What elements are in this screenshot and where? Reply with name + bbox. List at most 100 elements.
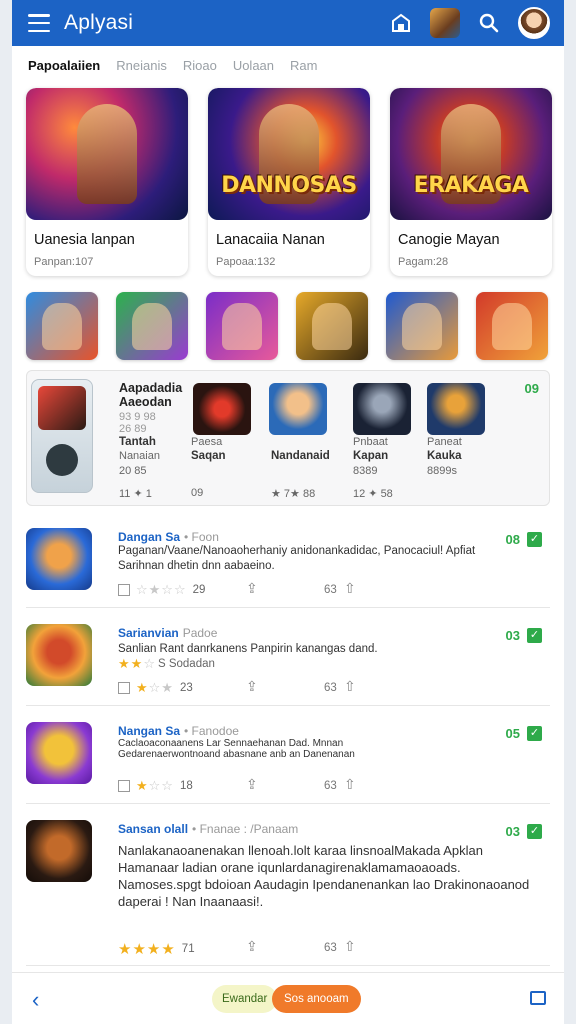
bookmark-icon[interactable]: ⇧ (344, 678, 356, 695)
app-frame: Aplyasi Papoalaiien Rneianis Rioao Uolaa… (12, 0, 564, 1024)
rating-row: ★★★★ 71 (118, 940, 195, 958)
list-item-name: Dangan Sa (118, 530, 181, 544)
collection-title-line: Aaeodan (119, 395, 172, 409)
game-logo: ERAKAGA (413, 173, 529, 198)
collection-item-sub: Nandanaid (271, 450, 330, 462)
star-rating: ★☆★ (136, 680, 174, 695)
collection-item-name: Tantah (119, 436, 156, 448)
star-rating: ★★☆ (118, 656, 156, 671)
bookmark-icon[interactable]: ⇧ (344, 776, 356, 793)
game-tile[interactable] (116, 292, 188, 360)
featured-carousel: Uanesia lanpan Panpan:107 DANNOSAS Lanac… (26, 88, 552, 276)
collection-item-rating: ★ 7★ 88 (271, 488, 316, 500)
list-item-name: Sarianvian (118, 626, 179, 640)
rating-row: ★☆☆ 18 (118, 778, 193, 794)
download-count: 63 (324, 780, 337, 792)
featured-artwork: DANNOSAS (208, 88, 370, 220)
featured-card[interactable]: ERAKAGA Canogie Mayan Pagam:28 (390, 88, 552, 276)
list-item-title: Sarianvian Padoe (118, 626, 217, 640)
check-icon[interactable]: ✓ (527, 628, 542, 643)
download-count: 63 (324, 942, 337, 954)
game-tile[interactable] (386, 292, 458, 360)
collection-title-line: Aapadadia (119, 381, 183, 395)
tab-rioao[interactable]: Rioao (183, 58, 217, 73)
star-rating: ☆★☆☆ (136, 582, 187, 597)
controller-artwork (31, 379, 93, 493)
checkbox-icon[interactable] (118, 682, 130, 694)
download-count: 63 (324, 584, 337, 596)
app-icon (26, 722, 92, 784)
check-icon[interactable]: ✓ (527, 726, 542, 741)
top-app-bar: Aplyasi (12, 0, 564, 46)
secondary-chip-button[interactable]: Sos anooam (272, 985, 361, 1013)
collection-panel[interactable]: Aapadadia Aaeodan 93 9 98 26 89 09 Tanta… (26, 370, 550, 506)
list-item-description: Sanlian Rant danrkanens Panpirin kananga… (118, 643, 378, 655)
list-item-badge: 05 (505, 726, 520, 741)
featured-title: Lanacaiia Nanan (216, 232, 325, 248)
collection-item-image[interactable] (427, 383, 485, 435)
sub-rating-row: ★★☆ S Sodadan (118, 656, 215, 672)
check-icon[interactable]: ✓ (527, 532, 542, 547)
star-rating: ★★★★ (118, 941, 176, 958)
game-tile[interactable] (476, 292, 548, 360)
rating-count: 29 (192, 584, 206, 596)
game-tile[interactable] (26, 292, 98, 360)
collection-item-image[interactable] (353, 383, 411, 435)
collection-item-image[interactable] (269, 383, 327, 435)
check-icon[interactable]: ✓ (527, 824, 542, 839)
collection-item-image[interactable] (193, 383, 251, 435)
game-tile[interactable] (206, 292, 278, 360)
app-title: Aplyasi (64, 11, 134, 34)
back-arrow-icon[interactable]: ‹ (32, 987, 39, 1013)
collection-stat: 26 89 (119, 423, 147, 435)
checkbox-icon[interactable] (118, 780, 130, 792)
collection-stat: 93 9 98 (119, 411, 156, 423)
game-tile[interactable] (296, 292, 368, 360)
list-item[interactable]: Sansan olall • Fnanae : /Panaam Nanlakana… (26, 812, 550, 966)
featured-card[interactable]: Uanesia lanpan Panpan:107 (26, 88, 188, 276)
rating-row: ☆★☆☆ 29 (118, 582, 205, 598)
game-icon-row (26, 292, 548, 360)
list-item[interactable]: Nangan Sa • Fanodoe Caclaoaconaanens Lar … (26, 712, 550, 804)
user-avatar[interactable] (518, 7, 550, 39)
share-icon[interactable]: ⇪ (246, 776, 258, 793)
checkbox-icon[interactable] (118, 584, 130, 596)
rating-count: 18 (179, 780, 193, 792)
share-icon[interactable]: ⇪ (246, 938, 258, 955)
collection-item-name: Pnbaat (353, 436, 388, 448)
collection-item-sub: Kapan (353, 450, 389, 462)
list-item-subtitle: • Foon (184, 530, 219, 544)
list-item[interactable]: Sarianvian Padoe Sanlian Rant danrkanens … (26, 614, 550, 706)
app-icon (26, 528, 92, 590)
list-item-badge: 08 (505, 532, 520, 547)
collection-badge: 09 (524, 381, 539, 396)
rating-row: ★☆★ 23 (118, 680, 193, 696)
tab-ram[interactable]: Ram (290, 58, 317, 73)
featured-card[interactable]: DANNOSAS Lanacaiia Nanan Papoaa:132 (208, 88, 370, 276)
store-icon[interactable] (388, 10, 414, 36)
game-avatar-icon[interactable] (430, 8, 460, 38)
featured-subtitle: Panpan:107 (34, 256, 94, 268)
list-item-description: Paganan/Vaane/Nanoaoherhaniy anidonankad… (118, 545, 476, 572)
featured-artwork: ERAKAGA (390, 88, 552, 220)
chat-icon[interactable] (530, 991, 546, 1005)
download-count: 63 (324, 682, 337, 694)
search-icon[interactable] (476, 10, 502, 36)
list-item-title: Sansan olall • Fnanae : /Panaam (118, 822, 298, 836)
tab-rneianis[interactable]: Rneianis (116, 58, 167, 73)
bookmark-icon[interactable]: ⇧ (344, 580, 356, 597)
featured-artwork (26, 88, 188, 220)
bookmark-icon[interactable]: ⇧ (344, 938, 356, 955)
primary-chip-button[interactable]: Ewandar (212, 985, 278, 1013)
tab-papoalaiien[interactable]: Papoalaiien (28, 58, 100, 73)
share-icon[interactable]: ⇪ (246, 580, 258, 597)
list-item-subtitle: • Fnanae : /Panaam (192, 822, 299, 836)
share-icon[interactable]: ⇪ (246, 678, 258, 695)
list-item-description: Caclaoaconaanens Lar Sennaehanan Dad. Mn… (118, 738, 355, 760)
list-item-badge: 03 (505, 824, 520, 839)
rating-count: 71 (181, 943, 195, 955)
featured-title: Canogie Mayan (398, 232, 500, 248)
menu-icon[interactable] (28, 14, 50, 32)
tab-uolaan[interactable]: Uolaan (233, 58, 274, 73)
list-item[interactable]: Dangan Sa • Foon Paganan/Vaane/Nanoaoherh… (26, 518, 550, 608)
